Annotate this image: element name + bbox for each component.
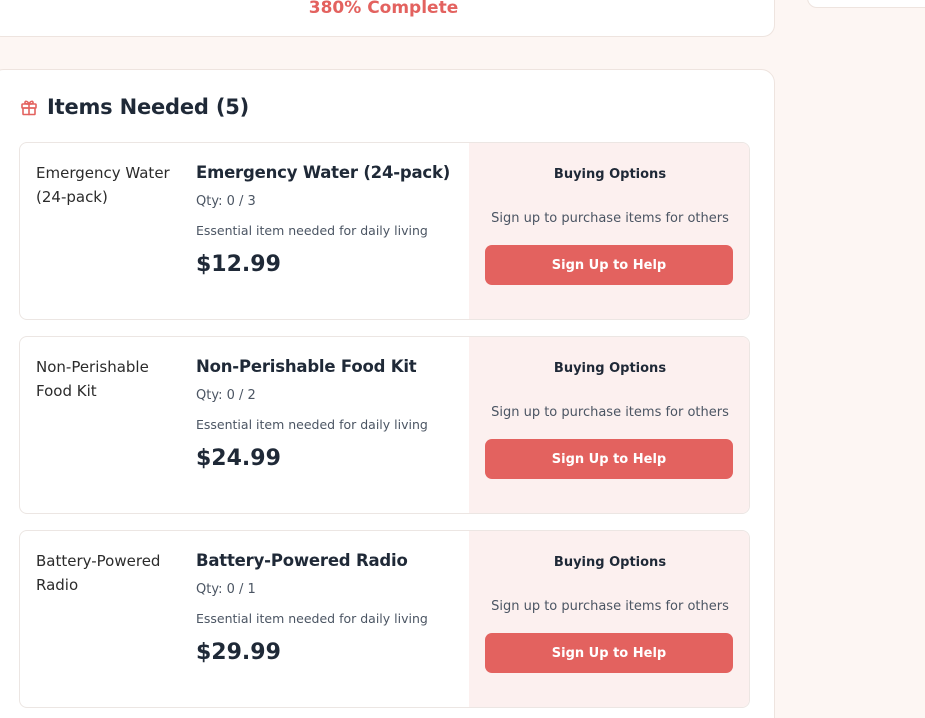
- progress-label: 380% Complete: [308, 0, 459, 18]
- buying-options-subtitle: Sign up to purchase items for others: [491, 405, 729, 420]
- sign-up-to-help-button[interactable]: Sign Up to Help: [485, 633, 733, 673]
- item-price: $29.99: [196, 640, 281, 665]
- sidebar-card: [807, 0, 925, 8]
- item-left-name: Battery-Powered Radio: [36, 552, 161, 594]
- item-price: $24.99: [196, 446, 281, 471]
- item-description: Essential item needed for daily living: [196, 223, 428, 238]
- item-qty: Qty: 0 / 2: [196, 388, 256, 403]
- item-description: Essential item needed for daily living: [196, 611, 428, 626]
- item-qty: Qty: 0 / 3: [196, 194, 256, 209]
- item-card: Emergency Water (24-pack) Emergency Wate…: [19, 142, 750, 320]
- buying-options-title: Buying Options: [553, 167, 667, 182]
- item-title: Battery-Powered Radio: [196, 551, 408, 570]
- item-card: Non-Perishable Food Kit Non-Perishable F…: [19, 336, 750, 514]
- right-sidebar: [775, 0, 925, 718]
- items-needed-title: Items Needed (5): [47, 95, 250, 119]
- buying-options-panel: Buying Options Sign up to purchase items…: [469, 531, 749, 707]
- gift-icon: [19, 97, 39, 117]
- item-left-name: Emergency Water (24-pack): [36, 164, 170, 206]
- item-qty: Qty: 0 / 1: [196, 582, 256, 597]
- progress-card: 380% Complete: [0, 0, 775, 37]
- item-price: $12.99: [196, 252, 281, 277]
- buying-options-subtitle: Sign up to purchase items for others: [491, 599, 729, 614]
- buying-options-panel: Buying Options Sign up to purchase items…: [469, 143, 749, 319]
- item-card: Battery-Powered Radio Battery-Powered Ra…: [19, 530, 750, 708]
- buying-options-title: Buying Options: [553, 361, 667, 376]
- buying-options-panel: Buying Options Sign up to purchase items…: [469, 337, 749, 513]
- items-header: Items Needed (5): [19, 90, 249, 124]
- buying-options-subtitle: Sign up to purchase items for others: [491, 211, 729, 226]
- item-title: Emergency Water (24-pack): [196, 163, 451, 182]
- item-left-name: Non-Perishable Food Kit: [36, 358, 149, 400]
- item-details: Battery-Powered Radio Qty: 0 / 1 Essenti…: [196, 551, 466, 665]
- sign-up-to-help-button[interactable]: Sign Up to Help: [485, 245, 733, 285]
- item-details: Non-Perishable Food Kit Qty: 0 / 2 Essen…: [196, 357, 466, 471]
- sign-up-to-help-button[interactable]: Sign Up to Help: [485, 439, 733, 479]
- item-description: Essential item needed for daily living: [196, 417, 428, 432]
- buying-options-title: Buying Options: [553, 555, 667, 570]
- item-title: Non-Perishable Food Kit: [196, 357, 417, 376]
- item-details: Emergency Water (24-pack) Qty: 0 / 3 Ess…: [196, 163, 466, 277]
